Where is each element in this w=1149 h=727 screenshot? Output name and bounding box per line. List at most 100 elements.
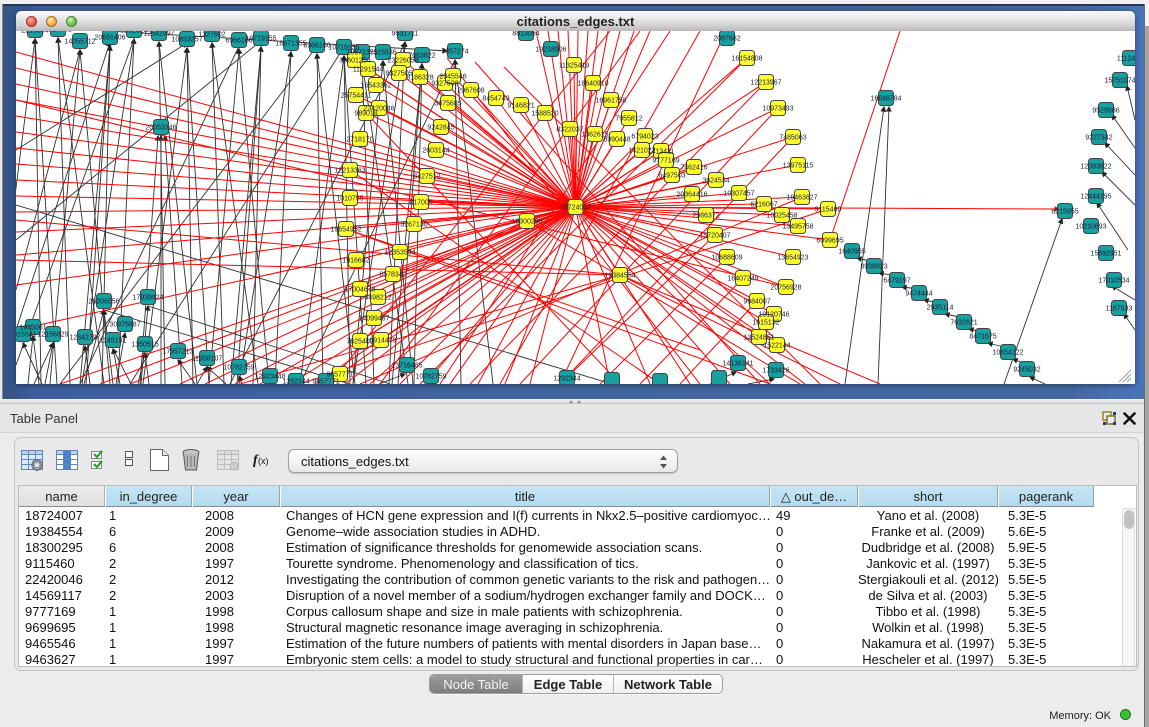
svg-text:30975887: 30975887	[109, 322, 140, 329]
svg-text:7632621: 7632621	[950, 320, 977, 327]
svg-text:25754411: 25754411	[341, 93, 372, 100]
svg-text:10688609: 10688609	[711, 255, 742, 262]
svg-text:8938923: 8938923	[860, 264, 887, 271]
svg-text:3624534: 3624534	[702, 178, 729, 185]
svg-text:10654122: 10654122	[992, 350, 1023, 357]
svg-text:9777169: 9777169	[652, 158, 679, 165]
svg-text:18300295: 18300295	[511, 219, 542, 226]
svg-text:13654923: 13654923	[777, 255, 808, 262]
svg-text:6497503: 6497503	[658, 173, 685, 180]
svg-text:20756928: 20756928	[770, 285, 801, 292]
svg-text:15692951: 15692951	[1090, 251, 1121, 258]
svg-text:10025458: 10025458	[766, 213, 797, 220]
svg-text:6099695: 6099695	[816, 238, 843, 245]
svg-text:7357274: 7357274	[441, 49, 468, 56]
svg-text:8990448: 8990448	[603, 137, 630, 144]
svg-text:8322037: 8322037	[556, 127, 583, 134]
svg-text:7462416: 7462416	[680, 165, 707, 172]
svg-text:1615132: 1615132	[752, 320, 779, 327]
svg-text:9531711: 9531711	[392, 31, 419, 38]
svg-text:8454749: 8454749	[482, 96, 509, 103]
svg-text:10210693: 10210693	[1075, 224, 1106, 231]
svg-text:1522144: 1522144	[763, 343, 790, 350]
svg-text:9242845: 9242845	[427, 125, 454, 132]
svg-text:2603144: 2603144	[422, 148, 449, 155]
svg-text:12542997: 12542997	[143, 31, 174, 38]
svg-text:16154808: 16154808	[731, 56, 762, 63]
svg-text:12353594: 12353594	[384, 250, 415, 257]
svg-text:15751074: 15751074	[1104, 78, 1135, 85]
svg-text:2967608: 2967608	[457, 88, 484, 95]
svg-text:9115460: 9115460	[815, 207, 842, 214]
svg-text:12923448: 12923448	[254, 374, 285, 381]
svg-text:3498212: 3498212	[364, 295, 391, 302]
svg-text:1327602: 1327602	[198, 32, 225, 39]
svg-text:1292344: 1292344	[553, 376, 580, 383]
svg-text:9146821: 9146821	[507, 103, 534, 110]
svg-text:10782759: 10782759	[223, 365, 254, 372]
svg-text:9657771: 9657771	[312, 379, 339, 385]
svg-text:2345546: 2345546	[439, 74, 466, 81]
svg-text:1350515: 1350515	[131, 342, 158, 349]
svg-text:2087682: 2087682	[713, 36, 740, 43]
svg-text:(x): (x)	[258, 456, 269, 466]
svg-text:18640910: 18640910	[577, 81, 608, 88]
svg-text:10719155: 10719155	[245, 36, 276, 43]
svg-text:11958107: 11958107	[192, 356, 223, 363]
svg-text:3875685: 3875685	[434, 101, 461, 108]
svg-text:1292344: 1292344	[282, 379, 309, 385]
svg-text:3267130: 3267130	[400, 222, 427, 229]
svg-text:9327508: 9327508	[431, 81, 458, 88]
svg-text:17939924: 17939924	[132, 295, 163, 302]
svg-text:16648784: 16648784	[870, 96, 901, 103]
svg-text:16671355: 16671355	[275, 41, 306, 48]
svg-text:10973493: 10973493	[762, 106, 793, 113]
svg-text:9684007: 9684007	[743, 299, 770, 306]
svg-text:2986372: 2986372	[692, 213, 719, 220]
svg-text:18407249: 18407249	[727, 276, 758, 283]
svg-text:6216067: 6216067	[750, 202, 777, 209]
svg-text:2935114: 2935114	[927, 305, 954, 312]
svg-text:10782759: 10782759	[415, 374, 446, 381]
svg-text:20364416: 20364416	[676, 192, 707, 199]
svg-text:12156829: 12156829	[37, 332, 68, 339]
svg-text:7515536: 7515536	[369, 50, 396, 57]
svg-text:8578342: 8578342	[379, 272, 406, 279]
svg-text:8915441: 8915441	[44, 31, 71, 34]
svg-text:17004678: 17004678	[344, 287, 375, 294]
svg-text:15720407: 15720407	[699, 233, 730, 240]
svg-text:16543362: 16543362	[360, 83, 391, 90]
svg-text:3915541: 3915541	[16, 332, 37, 339]
svg-text:1112480: 1112480	[1117, 56, 1135, 63]
svg-text:2718170: 2718170	[346, 137, 373, 144]
svg-text:1145191: 1145191	[100, 338, 127, 345]
svg-text:16961758: 16961758	[595, 98, 626, 105]
svg-text:817005: 817005	[409, 200, 432, 207]
svg-text:14099487: 14099487	[358, 316, 389, 323]
svg-text:14055712: 14055712	[64, 39, 95, 46]
svg-text:8215955: 8215955	[1051, 209, 1078, 216]
svg-text:10120746: 10120746	[758, 312, 789, 319]
svg-text:18724007: 18724007	[560, 205, 591, 212]
svg-text:13975115: 13975115	[783, 163, 814, 170]
svg-text:6966160: 6966160	[303, 43, 330, 50]
svg-text:12213363: 12213363	[334, 168, 365, 175]
svg-text:6479197: 6479197	[883, 278, 910, 285]
svg-text:13716485: 13716485	[391, 363, 422, 370]
svg-text:7485063: 7485063	[779, 135, 806, 142]
svg-text:1413411: 1413411	[648, 149, 675, 156]
svg-text:9474444: 9474444	[905, 291, 932, 298]
svg-text:7955812: 7955812	[615, 116, 642, 123]
svg-text:10307457: 10307457	[723, 191, 754, 198]
svg-text:989018: 989018	[354, 111, 377, 118]
svg-text:11291544: 11291544	[353, 67, 384, 74]
svg-text:19218906: 19218906	[535, 47, 566, 54]
svg-text:19654952: 19654952	[330, 227, 361, 234]
svg-text:9657771: 9657771	[326, 372, 353, 379]
svg-text:19463627: 19463627	[786, 195, 817, 202]
svg-text:8471675: 8471675	[969, 334, 996, 341]
svg-text:9529986: 9529986	[1092, 108, 1119, 115]
svg-text:12342797: 12342797	[69, 335, 100, 342]
svg-text:12213967: 12213967	[750, 80, 781, 87]
svg-text:9245032: 9245032	[1013, 367, 1040, 374]
